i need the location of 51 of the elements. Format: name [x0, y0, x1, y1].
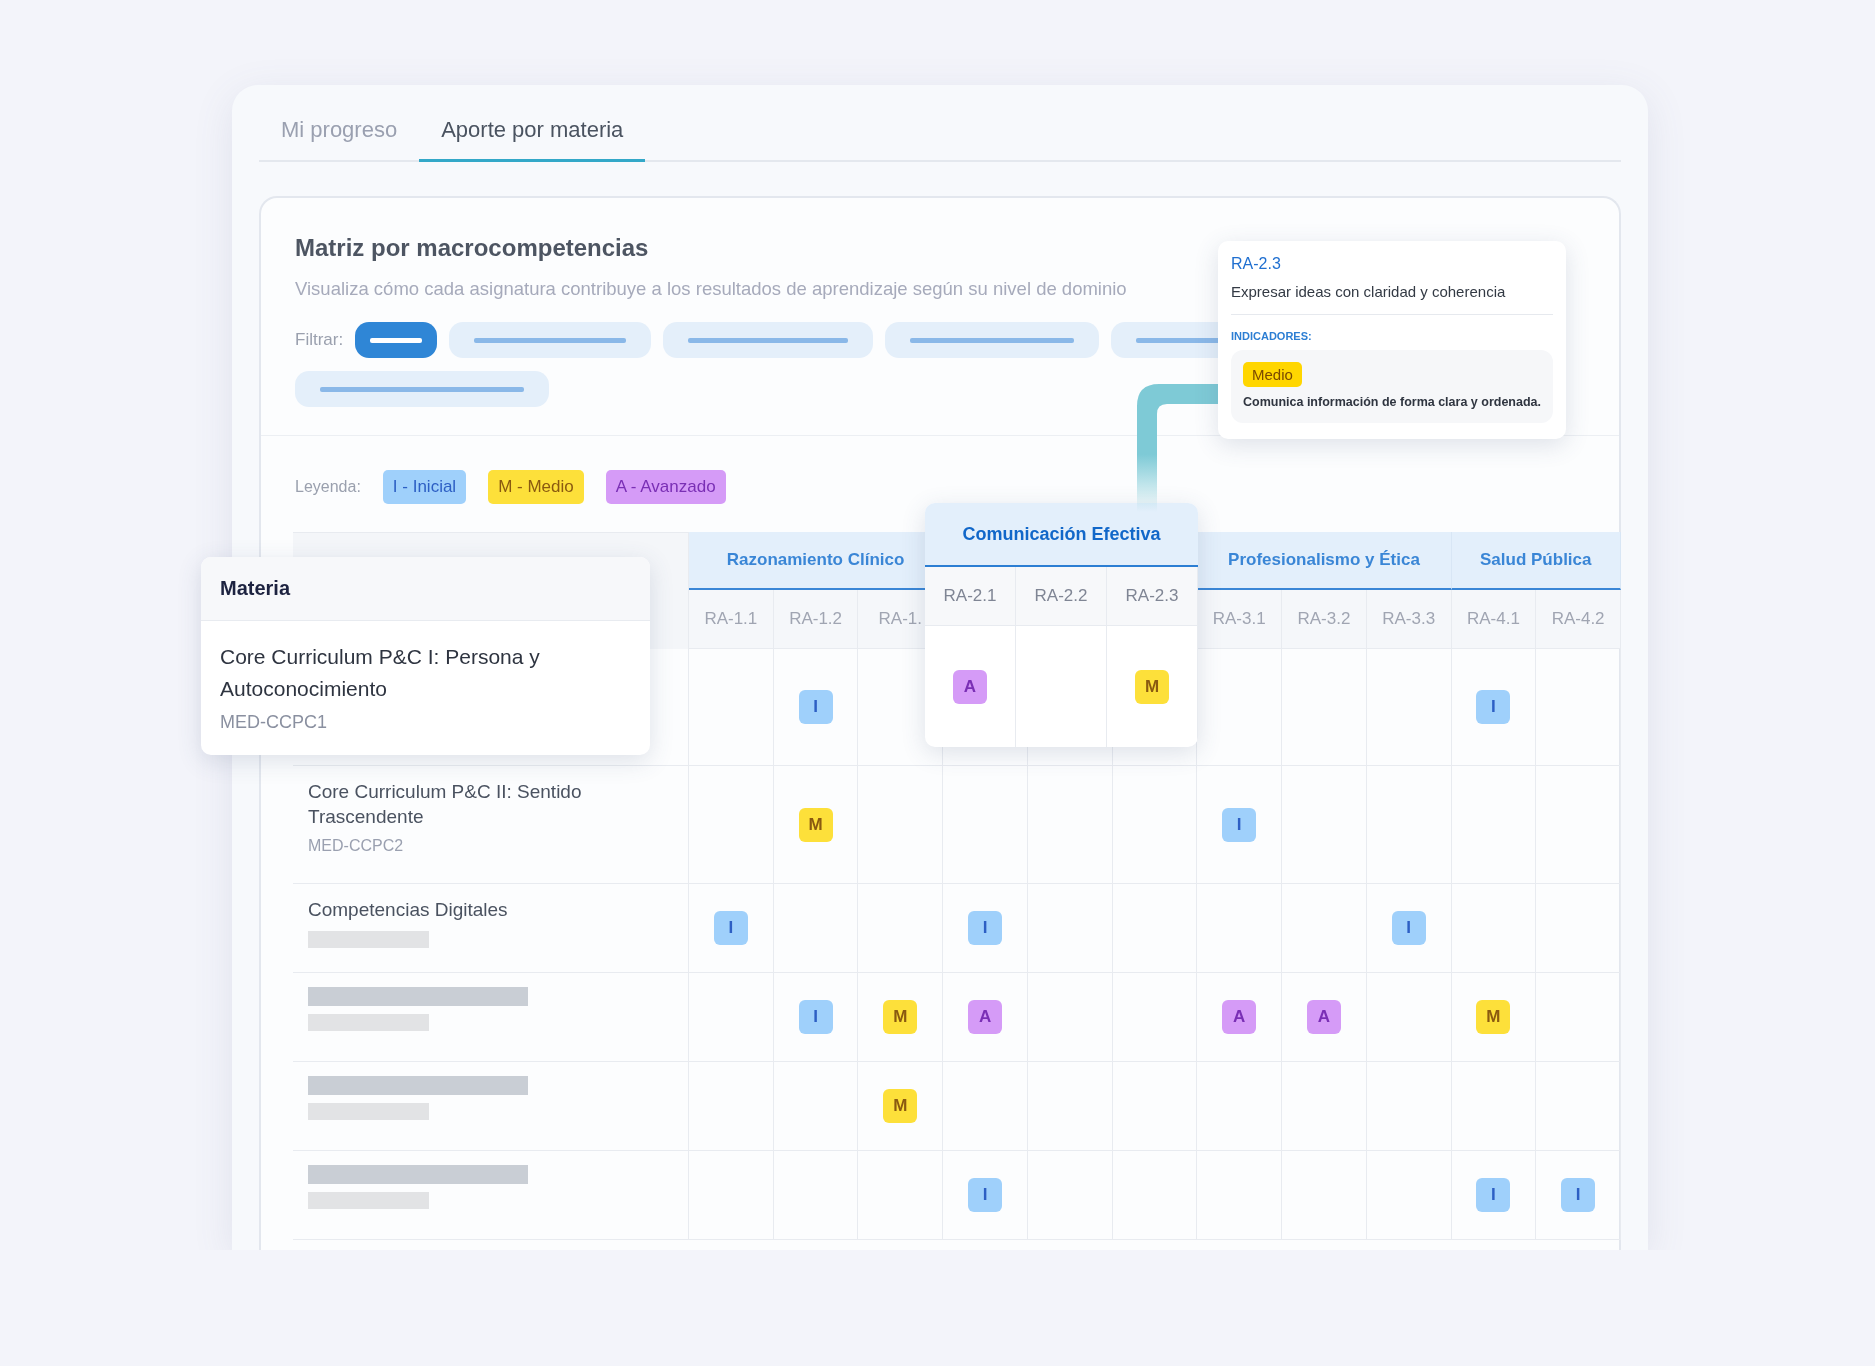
- tooltip-description: Expresar ideas con claridad y coherencia: [1231, 283, 1553, 315]
- column-header: RA-2.3: [1107, 567, 1198, 626]
- level-badge: I: [1476, 1178, 1511, 1212]
- legend-tag: M - Medio: [488, 470, 584, 504]
- level-badge: I: [1222, 807, 1257, 842]
- column-header: Materia: [201, 557, 650, 621]
- level-badge: I: [1476, 690, 1511, 724]
- legend-tag: I - Inicial: [382, 470, 467, 504]
- subject-name: Core Curriculum P&C II: Sentido Trascendente: [308, 780, 583, 829]
- level-badge: M: [798, 807, 833, 842]
- column-header: RA-4.2: [1536, 590, 1621, 649]
- level-badge: A: [968, 1000, 1003, 1034]
- column-header: RA-2.1: [925, 567, 1016, 626]
- level-badge: A: [953, 669, 987, 704]
- panel-title: Matriz por macrocompetencias: [295, 234, 650, 262]
- level-badge: A: [1222, 1000, 1257, 1034]
- group-header: Comunicación Efectiva: [925, 503, 1198, 567]
- tab[interactable]: Aporte por materia: [419, 103, 646, 162]
- level-badge: A: [1306, 1000, 1341, 1034]
- column-header: RA-3.2: [1282, 590, 1367, 649]
- level-badge: I: [968, 911, 1003, 945]
- column-header: RA-2.2: [1016, 567, 1107, 626]
- subject-name: Competencias Digitales: [308, 898, 509, 922]
- group-header: Profesionalismo y Ética: [1197, 532, 1452, 590]
- column-header: RA-1.1: [689, 590, 774, 649]
- subject-code: MED-CCPC2: [308, 837, 405, 856]
- filter-label: Filtrar:: [295, 330, 344, 350]
- legend-tag: A - Avanzado: [605, 470, 726, 504]
- column-header: RA-1.2: [773, 590, 859, 649]
- subject-name: Core Curriculum P&C I: Persona y Autoconocimiento: [220, 644, 541, 702]
- level-badge: I: [798, 690, 833, 724]
- level-badge: M: [883, 1089, 918, 1123]
- group-header: Salud Pública: [1451, 532, 1621, 590]
- level-badge: I: [798, 1000, 833, 1034]
- level-badge: I: [968, 1178, 1003, 1212]
- level-badge: M: [1135, 669, 1169, 704]
- level-badge: I: [713, 911, 748, 945]
- subject-code: MED-CCPC1: [220, 712, 328, 733]
- level-badge: I: [1561, 1178, 1596, 1212]
- level-badge: M: [1476, 1000, 1511, 1034]
- indicator-text: Comunica información de forma clara y ordenada.: [1243, 395, 1541, 409]
- panel-subtitle: Visualiza cómo cada asignatura contribuye a los resultados de aprendizaje según su nivel de dominio: [295, 278, 1127, 300]
- level-badge: M: [883, 1000, 918, 1034]
- section-label: INDICADORES:: [1231, 330, 1313, 342]
- column-header: RA-3.1: [1197, 590, 1283, 649]
- column-header: RA-4.1: [1451, 590, 1537, 649]
- legend-label: Leyenda:: [295, 478, 361, 496]
- tooltip-code: RA-2.3: [1231, 255, 1282, 273]
- level-badge: Medio: [1243, 362, 1302, 387]
- column-header: RA-3.3: [1366, 590, 1452, 649]
- level-badge: I: [1391, 911, 1426, 945]
